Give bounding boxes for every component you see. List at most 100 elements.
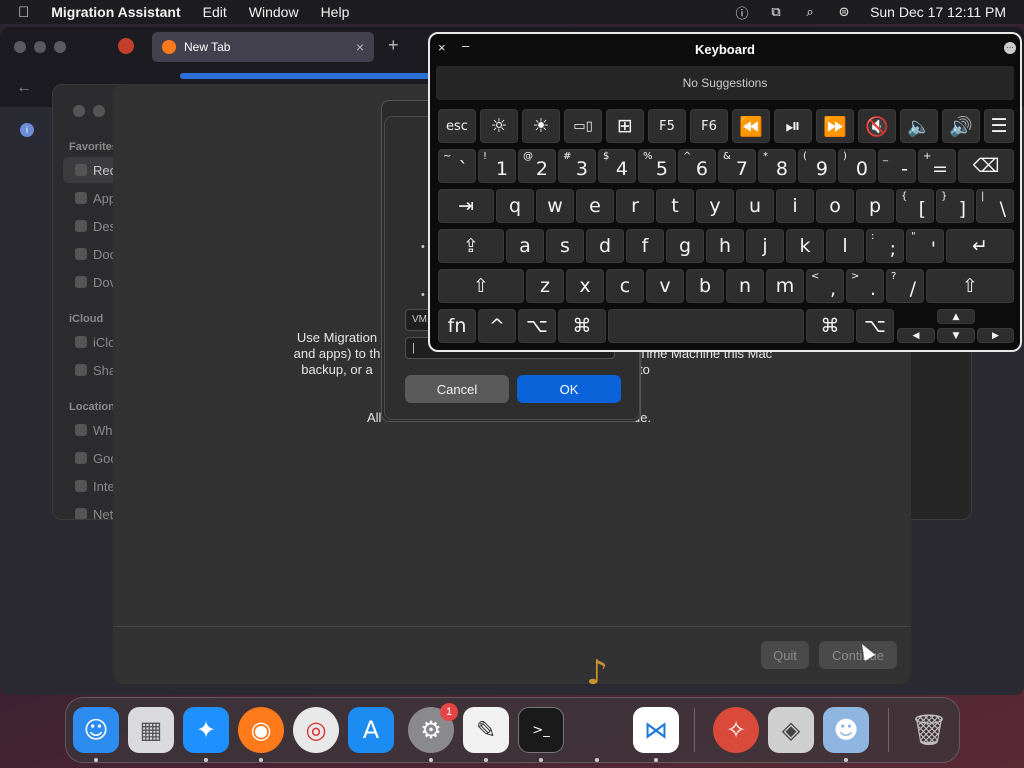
dock-vscode-icon[interactable]: ⋈ <box>633 707 679 753</box>
sidebar-item-location-3[interactable]: Inte <box>93 479 115 494</box>
key-f5[interactable]: F5 <box>648 109 686 143</box>
tab-new-tab[interactable]: New Tab × <box>152 32 374 62</box>
key-i[interactable]: i <box>776 189 814 223</box>
dock-migration-assistant-icon[interactable]: ♪ <box>574 650 620 696</box>
dock-finder-window-icon[interactable]: ☻ <box>823 707 869 753</box>
key-z[interactable]: z <box>526 269 564 303</box>
key-equals[interactable]: + = <box>918 149 956 183</box>
key-l[interactable]: l <box>826 229 864 263</box>
key-g[interactable]: g <box>666 229 704 263</box>
key-space[interactable] <box>608 309 804 343</box>
finder-close-button[interactable] <box>73 105 85 117</box>
key-k[interactable]: k <box>786 229 824 263</box>
key-command-icon[interactable]: ⌘ <box>558 309 606 343</box>
menu-window[interactable]: Window <box>249 4 299 20</box>
quit-button[interactable]: Quit <box>761 641 809 669</box>
key-fast-forward-icon[interactable]: ⏩ <box>816 109 854 143</box>
key-quote[interactable]: " ' <box>906 229 944 263</box>
key-d[interactable]: d <box>586 229 624 263</box>
firefox-pinned-tab-icon[interactable] <box>118 38 134 54</box>
key-semicolon[interactable]: :; <box>866 229 904 263</box>
key-volume-down-icon[interactable]: 🔈 <box>900 109 938 143</box>
key-f[interactable]: f <box>626 229 664 263</box>
url-bar-focus[interactable] <box>180 73 440 79</box>
key-y[interactable]: y <box>696 189 734 223</box>
key-f6[interactable]: F6 <box>690 109 728 143</box>
key-esc[interactable]: esc <box>438 109 476 143</box>
key-launchpad-icon[interactable]: ⊞ <box>606 109 644 143</box>
menu-help[interactable]: Help <box>321 4 350 20</box>
spotlight-search-icon[interactable]: ⌕ <box>802 4 818 19</box>
finder-minimize-button[interactable] <box>93 105 105 117</box>
key-c[interactable]: c <box>606 269 644 303</box>
key-4[interactable]: $4 <box>598 149 636 183</box>
key-8[interactable]: * 8 <box>758 149 796 183</box>
key-right-option-icon[interactable]: ⌥ <box>856 309 894 343</box>
screen-mirroring-icon[interactable]: ⧉ <box>768 4 784 19</box>
key-left-bracket[interactable]: {[ <box>896 189 934 223</box>
dock-launchpad-icon[interactable]: ▦ <box>128 707 174 753</box>
key-x[interactable]: x <box>566 269 604 303</box>
key-u[interactable]: u <box>736 189 774 223</box>
menu-app-name[interactable]: Migration Assistant <box>51 4 180 20</box>
window-minimize-button[interactable] <box>34 41 46 53</box>
key-right-shift-icon[interactable]: ⇧ <box>926 269 1014 303</box>
ok-button[interactable]: OK <box>517 375 621 403</box>
key-backslash[interactable]: | \ <box>976 189 1014 223</box>
key-6[interactable]: ^ 6 <box>678 149 716 183</box>
key-0[interactable]: ) 0 <box>838 149 876 183</box>
key-e[interactable]: e <box>576 189 614 223</box>
key-v[interactable]: v <box>646 269 684 303</box>
dock-trash-icon[interactable]: 🗑 <box>906 707 952 753</box>
key-list-icon[interactable]: ☰ <box>984 109 1014 143</box>
key-tab-icon[interactable]: ⇥ <box>438 189 494 223</box>
key-arrow-left-icon[interactable]: ◀ <box>897 328 935 343</box>
key-option-icon[interactable]: ⌥ <box>518 309 556 343</box>
dock-terminal-icon[interactable]: >_ <box>518 707 564 753</box>
sidebar-item-network[interactable]: Net <box>93 507 113 519</box>
key-h[interactable]: h <box>706 229 744 263</box>
key-arrow-right-icon[interactable]: ▶ <box>977 328 1014 343</box>
key-right-bracket[interactable]: }] <box>936 189 974 223</box>
dock-finder-icon[interactable]: ☺ <box>73 707 119 753</box>
dock-textedit-icon[interactable]: ✎ <box>463 707 509 753</box>
key-right-command-icon[interactable]: ⌘ <box>806 309 854 343</box>
menu-clock[interactable]: Sun Dec 17 12:11 PM <box>870 4 1006 20</box>
key-brightness-up-icon[interactable]: ☀ <box>522 109 560 143</box>
key-j[interactable]: j <box>746 229 784 263</box>
key-arrow-up-icon[interactable]: ▲ <box>937 309 975 324</box>
key-caps-lock-icon[interactable]: ⇪ <box>438 229 504 263</box>
key-t[interactable]: t <box>656 189 694 223</box>
dock-instruments-icon[interactable]: ✧ <box>713 707 759 753</box>
key-left-shift-icon[interactable]: ⇧ <box>438 269 524 303</box>
menu-edit[interactable]: Edit <box>203 4 227 20</box>
key-arrow-down-icon[interactable]: ▼ <box>937 328 975 343</box>
dock-chrome-icon[interactable]: ◎ <box>293 707 339 753</box>
key-brightness-down-icon[interactable]: ☼ <box>480 109 518 143</box>
cancel-button[interactable]: Cancel <box>405 375 509 403</box>
key-control-icon[interactable]: ^ <box>478 309 516 343</box>
sidebar-item-location-1[interactable]: Wh <box>93 423 113 438</box>
key-slash[interactable]: ? / <box>886 269 924 303</box>
key-n[interactable]: n <box>726 269 764 303</box>
key-5[interactable]: % 5 <box>638 149 676 183</box>
dock-boot-camp-icon[interactable]: ◈ <box>768 707 814 753</box>
key-w[interactable]: w <box>536 189 574 223</box>
key-mute-icon[interactable]: 🔇 <box>858 109 896 143</box>
window-close-button[interactable] <box>14 41 26 53</box>
key-s[interactable]: s <box>546 229 584 263</box>
key-7[interactable]: & 7 <box>718 149 756 183</box>
tab-close-icon[interactable]: × <box>356 39 364 55</box>
dock-app-store-icon[interactable]: A <box>348 707 394 753</box>
key-fn[interactable]: fn <box>438 309 476 343</box>
key-period[interactable]: >. <box>846 269 884 303</box>
key-return-icon[interactable]: ↵ <box>946 229 1014 263</box>
key-m[interactable]: m <box>766 269 804 303</box>
dock-firefox-icon[interactable]: ◉ <box>238 707 284 753</box>
keyboard-more-icon[interactable]: ··· <box>1004 42 1016 54</box>
key-p[interactable]: p <box>856 189 894 223</box>
status-info-icon[interactable]: ⓘ <box>734 5 750 21</box>
apple-menu-icon[interactable]:  <box>18 4 29 21</box>
key-comma[interactable]: <, <box>806 269 844 303</box>
key-rewind-icon[interactable]: ⏪ <box>732 109 770 143</box>
